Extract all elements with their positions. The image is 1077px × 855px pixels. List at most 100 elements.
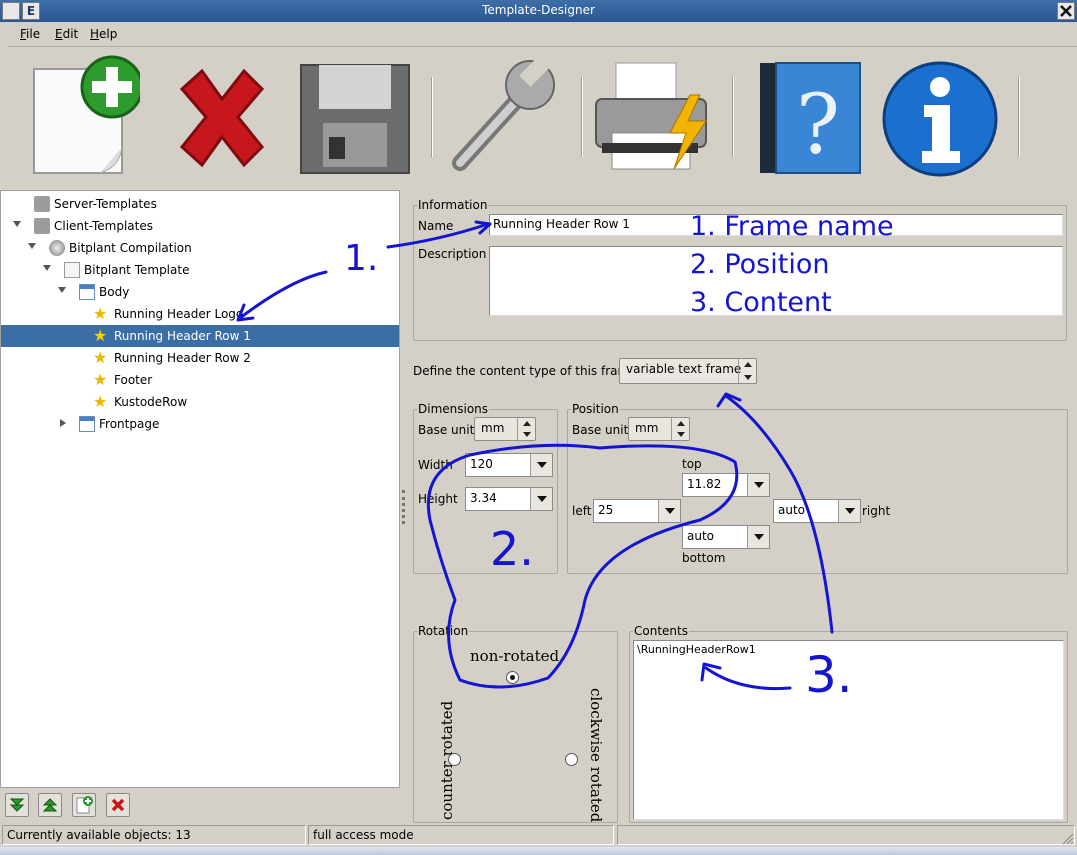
tree-item-selected[interactable]: ★ Running Header Row 1	[1, 325, 399, 347]
rotation-group-title: Rotation	[417, 624, 470, 638]
star-icon: ★	[93, 304, 108, 323]
width-input[interactable]: 120	[465, 453, 553, 477]
left-input[interactable]: 25	[593, 499, 681, 523]
clockwise-rotated-label: clockwise rotated	[587, 688, 605, 823]
width-value: 120	[470, 457, 493, 471]
clockwise-rotated-radio[interactable]	[565, 753, 578, 766]
expand-arrow-icon[interactable]	[13, 221, 21, 227]
chevron-down-icon[interactable]	[658, 500, 680, 522]
close-window-icon[interactable]	[1057, 2, 1075, 20]
info-button[interactable]	[880, 55, 1000, 181]
page-section-icon	[79, 416, 95, 432]
toolbar-separator	[732, 77, 734, 157]
help-button[interactable]: ?	[746, 55, 866, 181]
chevron-down-icon[interactable]	[747, 526, 769, 548]
panel-splitter[interactable]	[400, 190, 408, 820]
main-toolbar: ?	[8, 46, 1077, 188]
information-group-title: Information	[417, 198, 489, 212]
wrench-icon	[452, 57, 555, 171]
tree-item-label: Client-Templates	[54, 219, 153, 233]
tree-item-label: Body	[99, 285, 130, 299]
name-label: Name	[418, 219, 454, 233]
top-label: top	[682, 457, 702, 471]
name-field[interactable]: Running Header Row 1	[489, 214, 1063, 236]
chevron-down-icon[interactable]	[747, 474, 769, 496]
star-icon: ★	[93, 326, 108, 345]
move-up-button[interactable]	[38, 793, 62, 817]
contents-editor[interactable]: \RunningHeaderRow1	[633, 640, 1064, 820]
tree-item[interactable]: Client-Templates	[1, 215, 399, 237]
info-icon	[882, 61, 998, 177]
menu-file[interactable]: File	[20, 27, 40, 41]
template-tree[interactable]: Server-Templates Client-Templates Bitpla…	[0, 190, 400, 788]
dimensions-base-unit-value: mm	[481, 421, 505, 435]
star-icon: ★	[93, 348, 108, 367]
chevron-down-icon[interactable]	[838, 500, 860, 522]
content-type-select[interactable]: variable text frame	[619, 358, 757, 384]
top-input[interactable]: 11.82	[682, 473, 770, 497]
tree-item[interactable]: Server-Templates	[1, 193, 399, 215]
left-value: 25	[598, 503, 614, 517]
tree-item[interactable]: ★ Running Header Row 2	[1, 347, 399, 369]
menu-edit[interactable]: Edit	[55, 27, 78, 41]
remove-frame-button[interactable]	[106, 793, 130, 817]
tree-item[interactable]: ★ Footer	[1, 369, 399, 391]
counter-rotated-radio[interactable]	[448, 753, 461, 766]
status-bar: Currently available objects: 13 full acc…	[0, 823, 1077, 847]
non-rotated-radio[interactable]	[506, 671, 519, 684]
height-value: 3.34	[470, 491, 497, 505]
new-template-icon	[33, 55, 144, 174]
bottom-label: bottom	[682, 551, 726, 565]
expand-arrow-icon[interactable]	[43, 265, 51, 271]
right-input[interactable]: auto	[773, 499, 861, 523]
tree-item[interactable]: Bitplant Template	[1, 259, 399, 281]
spin-arrows-icon	[671, 418, 689, 440]
add-frame-button[interactable]	[72, 793, 96, 817]
tree-item[interactable]: Bitplant Compilation	[1, 237, 399, 259]
dimensions-base-unit-select[interactable]: mm	[474, 417, 536, 441]
objects-count-status: Currently available objects: 13	[2, 825, 306, 845]
height-input[interactable]: 3.34	[465, 487, 553, 511]
delete-button[interactable]	[160, 55, 280, 181]
settings-button[interactable]	[440, 55, 560, 181]
tree-item-label: Bitplant Template	[84, 263, 190, 277]
splitter-grip	[402, 490, 405, 524]
folder-icon	[34, 218, 50, 234]
dimensions-group-title: Dimensions	[417, 402, 490, 416]
tree-item[interactable]: ★ Running Header Logo	[1, 303, 399, 325]
chevron-down-icon[interactable]	[530, 454, 552, 476]
spin-arrows-icon	[517, 418, 535, 440]
print-button[interactable]	[590, 55, 710, 181]
right-label: right	[862, 504, 891, 518]
tree-item-label: Running Header Logo	[114, 307, 244, 321]
resize-grip-icon[interactable]	[1060, 831, 1074, 845]
document-icon	[64, 262, 80, 278]
menu-help[interactable]: Help	[90, 27, 117, 41]
tree-item[interactable]: Frontpage	[1, 413, 399, 435]
spin-arrows-icon	[738, 359, 756, 383]
delete-icon	[179, 68, 265, 168]
move-down-button[interactable]	[5, 793, 29, 817]
frame-properties-panel: Information Name Running Header Row 1 De…	[408, 190, 1077, 823]
collapse-arrow-icon[interactable]	[60, 419, 66, 427]
bottom-input[interactable]: auto	[682, 525, 770, 549]
expand-arrow-icon[interactable]	[28, 243, 36, 249]
tree-item[interactable]: Body	[1, 281, 399, 303]
new-template-button[interactable]	[20, 55, 144, 181]
status-extra	[617, 825, 1075, 845]
tree-item-label: Footer	[114, 373, 153, 387]
window-title: Template-Designer	[482, 3, 595, 17]
expand-arrow-icon[interactable]	[58, 287, 66, 293]
menu-bar: File Edit Help	[0, 22, 1077, 46]
add-document-icon	[76, 796, 93, 814]
chevron-down-icon[interactable]	[530, 488, 552, 510]
save-button[interactable]	[293, 55, 413, 181]
help-book-icon: ?	[760, 62, 861, 174]
page-section-icon	[79, 284, 95, 300]
position-base-unit-select[interactable]: mm	[628, 417, 690, 441]
description-field[interactable]	[489, 246, 1063, 316]
tree-item-label: Frontpage	[99, 417, 160, 431]
contents-group-title: Contents	[633, 624, 689, 638]
svg-text:?: ?	[796, 78, 840, 173]
tree-item[interactable]: ★ KustodeRow	[1, 391, 399, 413]
